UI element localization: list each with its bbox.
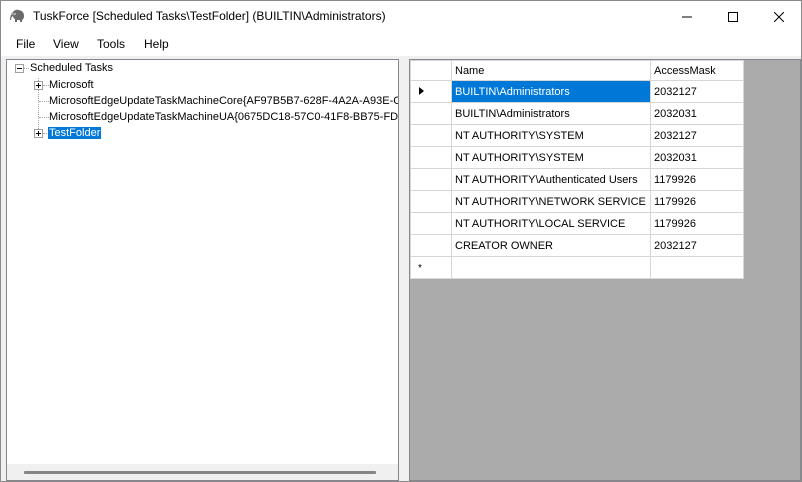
cell-accessmask[interactable] bbox=[650, 256, 744, 279]
acl-table: Name AccessMask BUILTIN\Administrators 2… bbox=[410, 60, 744, 279]
table-row[interactable]: NT AUTHORITY\Authenticated Users 1179926 bbox=[410, 168, 744, 191]
new-row-icon: * bbox=[418, 262, 422, 274]
menu-help[interactable]: Help bbox=[144, 37, 169, 51]
tree-node-edge-update-core[interactable]: MicrosoftEdgeUpdateTaskMachineCore{AF97B… bbox=[48, 94, 399, 109]
tree-node-label: TestFolder bbox=[48, 127, 102, 139]
row-header[interactable] bbox=[410, 80, 452, 103]
table-row[interactable]: NT AUTHORITY\NETWORK SERVICE 1179926 bbox=[410, 190, 744, 213]
row-header[interactable] bbox=[410, 102, 452, 125]
row-header[interactable] bbox=[410, 234, 452, 257]
collapse-icon[interactable] bbox=[15, 64, 24, 73]
elephant-icon bbox=[10, 9, 24, 22]
column-header-name[interactable]: Name bbox=[451, 60, 651, 81]
cell-name[interactable] bbox=[451, 256, 651, 279]
minimize-icon bbox=[682, 16, 692, 17]
table-row[interactable]: NT AUTHORITY\LOCAL SERVICE 1179926 bbox=[410, 212, 744, 235]
row-header[interactable] bbox=[410, 124, 452, 147]
minimize-button[interactable] bbox=[664, 1, 710, 32]
cell-name[interactable]: NT AUTHORITY\LOCAL SERVICE bbox=[451, 212, 651, 235]
cell-name[interactable]: NT AUTHORITY\SYSTEM bbox=[451, 124, 651, 147]
menu-file[interactable]: File bbox=[16, 37, 35, 51]
maximize-icon bbox=[728, 11, 738, 22]
cell-name[interactable]: BUILTIN\Administrators bbox=[451, 80, 651, 103]
corner-header[interactable] bbox=[410, 60, 452, 81]
expand-icon[interactable] bbox=[34, 129, 43, 138]
tree-node-root[interactable]: Scheduled Tasks bbox=[15, 61, 114, 76]
maximize-button[interactable] bbox=[710, 1, 756, 32]
close-button[interactable] bbox=[756, 1, 802, 32]
table-row[interactable]: BUILTIN\Administrators 2032031 bbox=[410, 102, 744, 125]
permissions-grid[interactable]: Name AccessMask BUILTIN\Administrators 2… bbox=[409, 59, 801, 481]
title-bar[interactable]: TuskForce [Scheduled Tasks\TestFolder] (… bbox=[1, 1, 801, 32]
cell-accessmask[interactable]: 2032031 bbox=[650, 102, 744, 125]
tree-node-label: MicrosoftEdgeUpdateTaskMachineUA{0675DC1… bbox=[49, 111, 399, 123]
menu-tools[interactable]: Tools bbox=[97, 37, 125, 51]
cell-accessmask[interactable]: 2032127 bbox=[650, 80, 744, 103]
cell-name[interactable]: CREATOR OWNER bbox=[451, 234, 651, 257]
window-title: TuskForce [Scheduled Tasks\TestFolder] (… bbox=[33, 9, 386, 23]
row-header[interactable]: * bbox=[410, 256, 452, 279]
cell-accessmask[interactable]: 2032127 bbox=[650, 124, 744, 147]
column-header-accessmask[interactable]: AccessMask bbox=[650, 60, 744, 81]
tree-node-label: Scheduled Tasks bbox=[30, 62, 113, 74]
table-row[interactable]: BUILTIN\Administrators 2032127 bbox=[410, 80, 744, 103]
header-row: Name AccessMask bbox=[410, 60, 744, 81]
row-header[interactable] bbox=[410, 146, 452, 169]
task-tree[interactable]: Scheduled Tasks Microsoft MicrosoftEdgeU… bbox=[6, 59, 399, 481]
table-row[interactable]: CREATOR OWNER 2032127 bbox=[410, 234, 744, 257]
tree-node-microsoft[interactable]: Microsoft bbox=[34, 78, 95, 93]
current-row-icon bbox=[418, 86, 424, 95]
cell-name[interactable]: NT AUTHORITY\SYSTEM bbox=[451, 146, 651, 169]
row-header[interactable] bbox=[410, 212, 452, 235]
cell-accessmask[interactable]: 1179926 bbox=[650, 168, 744, 191]
cell-accessmask[interactable]: 2032031 bbox=[650, 146, 744, 169]
horizontal-scrollbar[interactable] bbox=[7, 464, 398, 480]
menu-bar: File View Tools Help bbox=[1, 32, 801, 56]
scrollbar-thumb[interactable] bbox=[24, 471, 376, 474]
pane-splitter[interactable] bbox=[400, 59, 408, 481]
table-row[interactable]: NT AUTHORITY\SYSTEM 2032127 bbox=[410, 124, 744, 147]
app-window: TuskForce [Scheduled Tasks\TestFolder] (… bbox=[0, 0, 802, 482]
cell-accessmask[interactable]: 2032127 bbox=[650, 234, 744, 257]
tree-node-testfolder[interactable]: TestFolder bbox=[34, 126, 102, 141]
cell-name[interactable]: NT AUTHORITY\NETWORK SERVICE bbox=[451, 190, 651, 213]
row-header[interactable] bbox=[410, 190, 452, 213]
cell-accessmask[interactable]: 1179926 bbox=[650, 212, 744, 235]
tree-node-label: Microsoft bbox=[49, 79, 94, 91]
tree-node-label: MicrosoftEdgeUpdateTaskMachineCore{AF97B… bbox=[49, 95, 399, 107]
new-row[interactable]: * bbox=[410, 256, 744, 279]
cell-name[interactable]: BUILTIN\Administrators bbox=[451, 102, 651, 125]
expand-icon[interactable] bbox=[34, 81, 43, 90]
close-icon bbox=[774, 11, 784, 22]
cell-name[interactable]: NT AUTHORITY\Authenticated Users bbox=[451, 168, 651, 191]
table-row[interactable]: NT AUTHORITY\SYSTEM 2032031 bbox=[410, 146, 744, 169]
cell-accessmask[interactable]: 1179926 bbox=[650, 190, 744, 213]
tree-node-edge-update-ua[interactable]: MicrosoftEdgeUpdateTaskMachineUA{0675DC1… bbox=[48, 110, 399, 125]
row-header[interactable] bbox=[410, 168, 452, 191]
menu-view[interactable]: View bbox=[53, 37, 79, 51]
